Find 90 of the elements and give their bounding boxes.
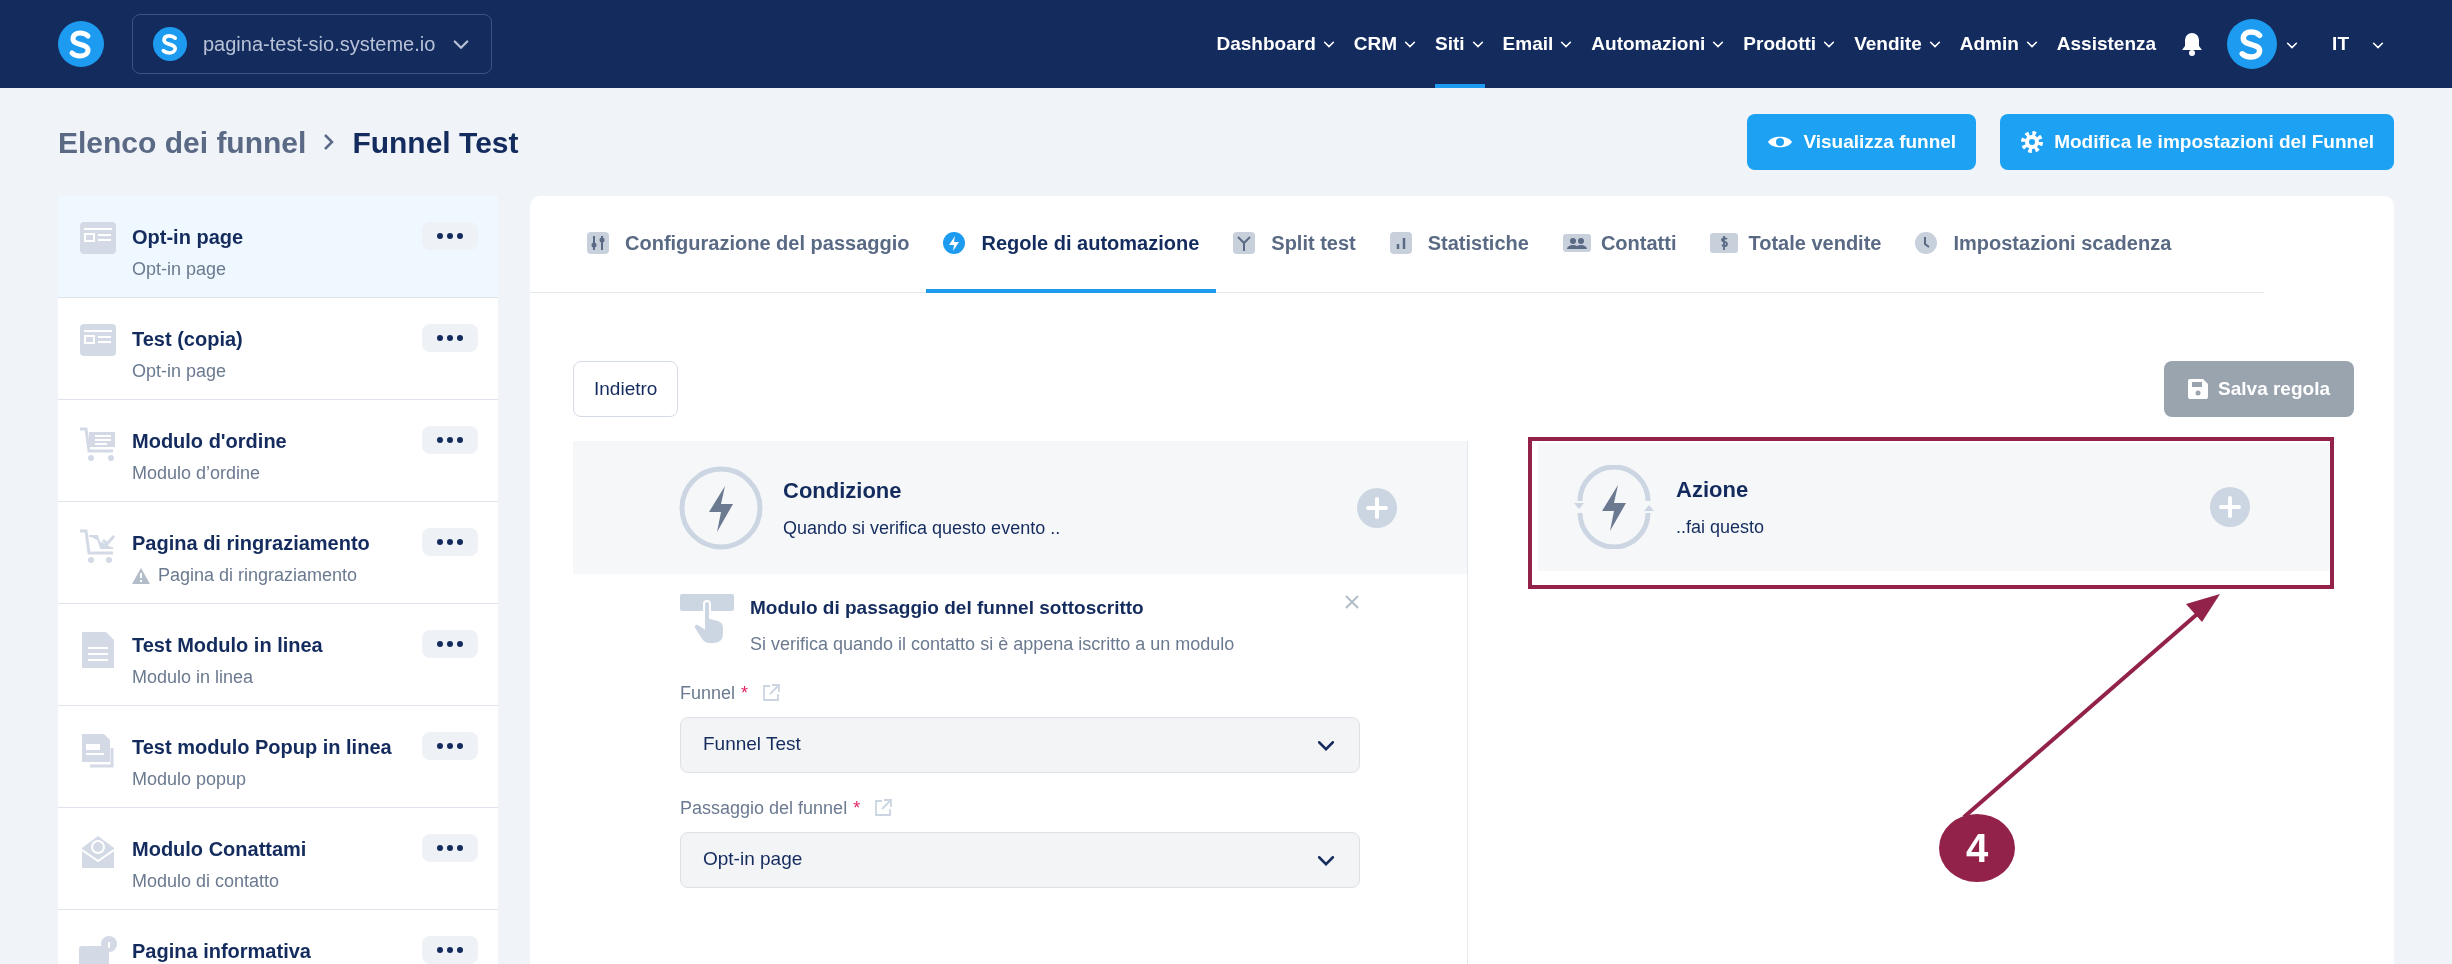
notification-bell-icon[interactable] bbox=[2181, 32, 2204, 56]
ellipsis-icon bbox=[437, 947, 463, 953]
funnel-step-item[interactable]: Modulo d'ordine Modulo d’ordine bbox=[58, 400, 498, 502]
nav-menu-item[interactable]: Automazioni bbox=[1582, 0, 1735, 88]
funnel-step-item[interactable]: Pagina di ringraziamento Pagina di ringraziamento bbox=[58, 502, 498, 604]
nav-menu-item[interactable]: Prodotti bbox=[1734, 0, 1846, 88]
nav-menu-item[interactable]: Vendite bbox=[1845, 0, 1951, 88]
nav-menu-item[interactable]: Siti bbox=[1426, 0, 1494, 88]
people-icon bbox=[1562, 231, 1591, 254]
tab[interactable]: Contatti bbox=[1545, 196, 1694, 293]
funnel-step-item[interactable]: Test modulo Popup in linea Modulo popup bbox=[58, 706, 498, 808]
trigger-description: Si verifica quando il contatto si è appena iscritto a un modulo bbox=[750, 632, 1236, 656]
dollar-icon bbox=[1710, 231, 1739, 254]
more-options-button[interactable] bbox=[422, 222, 478, 250]
nav-menu-item[interactable]: Assistenza bbox=[2047, 0, 2166, 88]
field-label: Passaggio del funnel bbox=[680, 796, 848, 820]
page-icon bbox=[80, 324, 116, 356]
step-title: Pagina informativa bbox=[132, 939, 311, 964]
step-type: Modulo popup bbox=[132, 768, 247, 791]
logo-icon bbox=[58, 21, 104, 67]
select-field[interactable]: Opt-in page bbox=[680, 831, 1360, 888]
callout-badge: 4 bbox=[1939, 814, 2015, 882]
lightning-cycle-icon bbox=[1572, 465, 1656, 549]
ellipsis-icon bbox=[437, 641, 463, 647]
page-icon bbox=[80, 222, 116, 254]
ellipsis-icon bbox=[437, 845, 463, 851]
more-options-button[interactable] bbox=[422, 324, 478, 352]
settings-icon bbox=[2020, 130, 2045, 154]
ellipsis-icon bbox=[437, 437, 463, 443]
step-title: Test Modulo in linea bbox=[132, 633, 323, 658]
step-title: Modulo Conattami bbox=[132, 837, 307, 862]
nav-menu-item[interactable]: CRM bbox=[1344, 0, 1427, 88]
lightning-icon bbox=[679, 465, 763, 550]
trigger-title: Modulo di passaggio del funnel sottoscritto bbox=[750, 596, 1144, 620]
back-button[interactable]: Indietro bbox=[573, 361, 679, 417]
select-field[interactable]: Funnel Test bbox=[680, 716, 1360, 773]
condition-subtitle: Quando si verifica questo evento .. bbox=[783, 516, 1061, 540]
nav-menu-item[interactable]: Email bbox=[1493, 0, 1583, 88]
funnel-step-item[interactable]: Test Modulo in linea Modulo in linea bbox=[58, 604, 498, 706]
more-options-button[interactable] bbox=[422, 732, 478, 760]
required-mark: * bbox=[741, 681, 749, 705]
ellipsis-icon bbox=[437, 743, 463, 749]
funnel-step-item[interactable]: Opt-in page Opt-in page bbox=[58, 196, 498, 298]
ellipsis-icon bbox=[437, 539, 463, 545]
action-subtitle: ..fai questo bbox=[1676, 516, 1765, 539]
funnel-step-item[interactable]: Pagina informativa bbox=[58, 910, 498, 964]
more-options-button[interactable] bbox=[422, 834, 478, 862]
field-label: Funnel bbox=[680, 681, 736, 705]
language-menu[interactable]: IT bbox=[2323, 0, 2394, 88]
ellipsis-icon bbox=[437, 335, 463, 341]
step-title: Test modulo Popup in linea bbox=[132, 735, 392, 760]
cart-check-icon bbox=[79, 528, 117, 564]
more-options-button[interactable] bbox=[422, 426, 478, 454]
step-title: Test (copia) bbox=[132, 327, 243, 352]
step-type: Modulo in linea bbox=[132, 666, 254, 689]
site-selector[interactable]: pagina-test-sio.systeme.io bbox=[132, 14, 493, 74]
step-type: Modulo di contatto bbox=[132, 870, 280, 893]
step-type: Opt-in page bbox=[132, 258, 227, 281]
funnel-step-item[interactable]: Modulo Conattami Modulo di contatto bbox=[58, 808, 498, 910]
funnel-step-item[interactable]: Test (copia) Opt-in page bbox=[58, 298, 498, 400]
nav-menu-item[interactable]: Dashboard bbox=[1207, 0, 1345, 88]
tab[interactable]: Configurazione del passaggio bbox=[570, 196, 927, 293]
step-type: Modulo d’ordine bbox=[132, 462, 261, 485]
ellipsis-icon bbox=[437, 233, 463, 239]
condition-title: Condizione bbox=[783, 476, 903, 505]
avatar-icon[interactable] bbox=[2227, 19, 2278, 69]
breadcrumb-link[interactable]: Elenco dei funnel bbox=[58, 119, 307, 165]
step-title: Pagina di ringraziamento bbox=[132, 531, 370, 556]
step-title: Opt-in page bbox=[132, 225, 244, 250]
popup-icon bbox=[80, 732, 116, 768]
tab[interactable]: Impostazioni scadenza bbox=[1898, 196, 2189, 293]
document-icon bbox=[80, 630, 116, 670]
step-type: Pagina di ringraziamento bbox=[158, 564, 358, 587]
required-mark: * bbox=[853, 796, 861, 820]
breadcrumb-current: Funnel Test bbox=[352, 124, 519, 161]
envelope-icon bbox=[80, 834, 116, 870]
logo-icon bbox=[153, 27, 187, 61]
tab[interactable]: Totale vendite bbox=[1693, 196, 1899, 293]
nav-menu-item[interactable]: Admin bbox=[1950, 0, 2048, 88]
step-type: Opt-in page bbox=[132, 360, 227, 383]
tab[interactable]: Split test bbox=[1216, 196, 1373, 293]
tab[interactable]: Regole di automazione bbox=[926, 196, 1217, 293]
hand-pointer-icon bbox=[680, 594, 734, 646]
more-options-button[interactable] bbox=[422, 630, 478, 658]
action-title: Azione bbox=[1676, 476, 1750, 504]
cart-icon bbox=[79, 426, 117, 462]
tab[interactable]: Statistiche bbox=[1372, 196, 1546, 293]
more-options-button[interactable] bbox=[422, 528, 478, 556]
more-options-button[interactable] bbox=[422, 936, 478, 964]
step-title: Modulo d'ordine bbox=[132, 429, 287, 454]
